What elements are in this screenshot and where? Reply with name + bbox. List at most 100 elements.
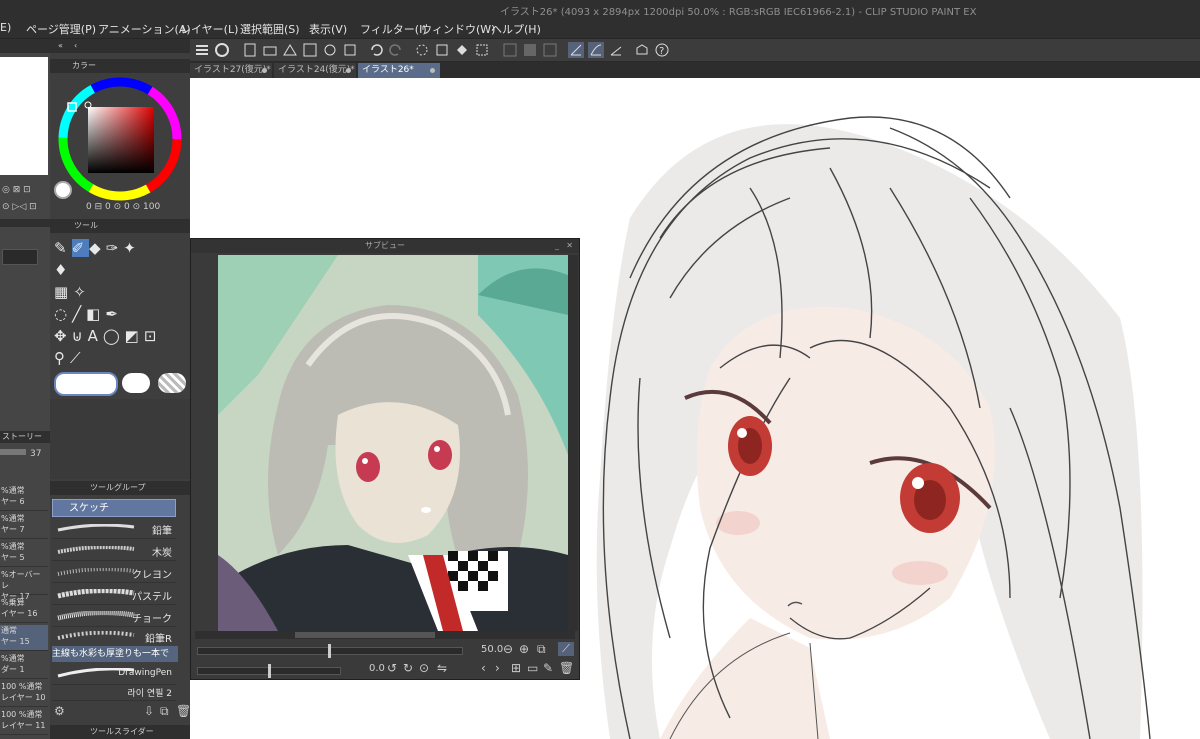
layer-row[interactable]: %通常 ダー 1 <box>0 653 48 679</box>
pen-icon[interactable]: ✎ <box>54 239 72 257</box>
layer-row[interactable]: %オーバーレ ヤー 17 <box>0 569 48 601</box>
decoration-icon[interactable]: ✦ <box>123 239 141 257</box>
layer-row[interactable]: %乗算 イヤー 16 <box>0 597 48 623</box>
scroll-thumb[interactable] <box>295 632 435 638</box>
snap-special-ruler-icon[interactable] <box>588 42 604 58</box>
opacity-slider[interactable] <box>0 449 26 455</box>
redo-icon[interactable] <box>388 42 404 58</box>
rotation-slider-handle[interactable] <box>268 664 271 678</box>
delete-icon[interactable]: 🗑 <box>559 661 574 675</box>
ruler-icon[interactable]: ⊡ <box>144 327 162 345</box>
double-arrow-icon[interactable]: « <box>58 39 63 53</box>
correct-line-icon[interactable]: ✒ <box>105 305 123 323</box>
tab-document[interactable]: イラスト24(復元)* <box>274 63 356 78</box>
pencil-icon[interactable]: ✐ <box>71 239 90 257</box>
color-wheel[interactable] <box>56 75 184 203</box>
folder-icon[interactable]: ▭ <box>527 661 538 675</box>
crop-icon[interactable] <box>474 42 490 58</box>
undo-icon[interactable] <box>368 42 384 58</box>
navigator-buttons[interactable]: ◎ ⊠ ⊡ <box>2 185 31 195</box>
loading-icon[interactable] <box>414 42 430 58</box>
collapse-bar[interactable] <box>0 39 50 53</box>
sync-icon[interactable] <box>342 42 358 58</box>
rotate-right-icon[interactable]: ↻ <box>403 661 413 675</box>
line-icon[interactable]: ╱ <box>72 305 86 323</box>
brush-item[interactable]: パステル <box>52 584 176 605</box>
tab-document[interactable]: イラスト27(復元)* <box>190 63 272 78</box>
menu-window[interactable]: ウィンドウ(W) <box>421 21 495 37</box>
edit-icon[interactable]: ✎ <box>543 661 553 675</box>
zoom-out-icon[interactable]: ⊖ <box>503 642 513 656</box>
sub-tool-selected[interactable]: スケッチ <box>52 499 176 517</box>
settings-icon[interactable]: ⚙ <box>54 704 65 718</box>
layer-row[interactable]: %通常 ヤー 7 <box>0 513 48 539</box>
subview-vertical-scrollbar[interactable] <box>568 255 578 631</box>
text-icon[interactable]: A <box>88 327 103 345</box>
next-image-icon[interactable]: › <box>495 661 500 675</box>
clip-studio-icon[interactable] <box>214 42 230 58</box>
lasso-icon[interactable]: ◌ <box>54 305 72 323</box>
prev-image-icon[interactable]: ‹ <box>481 661 486 675</box>
chevron-left-icon[interactable]: ‹ <box>74 39 77 53</box>
layer-blend-select[interactable] <box>2 249 38 265</box>
zoom-slider-handle[interactable] <box>328 644 331 658</box>
invert-selection-icon[interactable] <box>522 42 538 58</box>
fit-icon[interactable]: ⧉ <box>537 642 546 657</box>
brush-item[interactable]: 鉛筆 <box>52 518 176 539</box>
tab-close-icon[interactable] <box>346 68 351 73</box>
layer-row[interactable]: %通常 ヤー 6 <box>0 485 48 511</box>
copy-icon[interactable]: ⧉ <box>160 704 169 719</box>
brush-shape-round[interactable] <box>54 372 118 396</box>
menu-view[interactable]: 表示(V) <box>309 21 347 37</box>
brush-item[interactable]: 鉛筆R <box>52 626 176 647</box>
snap-grid-icon[interactable] <box>608 42 624 58</box>
new-file-icon[interactable] <box>242 42 258 58</box>
tab-close-icon[interactable] <box>430 68 435 73</box>
import-icon[interactable]: ⊞ <box>511 661 521 675</box>
flip-icon[interactable]: ⇋ <box>437 661 447 675</box>
brush-shape-transparent[interactable] <box>158 373 186 393</box>
help-icon[interactable]: ? <box>654 42 670 58</box>
fill-icon[interactable]: ♦ <box>54 261 72 279</box>
layer-row[interactable]: %通常 ヤー 5 <box>0 541 48 567</box>
snap-ruler-icon[interactable] <box>568 42 584 58</box>
fill-selection-icon[interactable] <box>454 42 470 58</box>
menu-page[interactable]: ページ管理(P) <box>26 21 96 37</box>
rotation-slider[interactable] <box>197 664 341 678</box>
layer-row[interactable]: 100 %通常 レイヤー 10 <box>0 681 48 707</box>
brush-icon[interactable]: ✑ <box>106 239 124 257</box>
cloud-icon[interactable] <box>322 42 338 58</box>
magic-wand-icon[interactable]: ✧ <box>73 283 91 301</box>
menu-selection[interactable]: 選択範囲(S) <box>240 21 300 37</box>
menu-filter[interactable]: フィルター(I) <box>360 21 427 37</box>
figure-icon[interactable]: ⊍ <box>72 327 88 345</box>
move-icon[interactable]: ✥ <box>54 327 72 345</box>
menu-help[interactable]: ヘルプ(H) <box>491 21 541 37</box>
save-icon[interactable] <box>282 42 298 58</box>
layer-row[interactable]: 100 %通常 レイヤー 11 <box>0 709 48 735</box>
open-icon[interactable] <box>262 42 278 58</box>
subview-horizontal-scrollbar[interactable] <box>195 631 575 639</box>
brush-item-highlight[interactable]: 主線も水彩も厚塗りも一本で <box>52 646 178 662</box>
close-icon[interactable]: ✕ <box>566 239 573 253</box>
menu-animation[interactable]: アニメーション(A) <box>98 21 191 37</box>
brush-item[interactable]: チョーク <box>52 606 176 627</box>
balloon-icon[interactable]: ◯ <box>103 327 125 345</box>
brush-item[interactable]: 木炭 <box>52 540 176 561</box>
menu-edit[interactable]: E) <box>0 21 11 34</box>
rotate-left-icon[interactable]: ↺ <box>387 661 397 675</box>
reference-image[interactable] <box>218 255 568 631</box>
brush-item[interactable]: クレヨン <box>52 562 176 583</box>
navigator-buttons-2[interactable]: ⊙ ▷◁ ⊡ <box>2 202 37 212</box>
trash-icon[interactable]: 🗑 <box>176 704 191 718</box>
minimize-icon[interactable]: _ <box>555 239 559 253</box>
eyedropper-icon[interactable]: ⟋ <box>70 349 86 367</box>
menu-layer[interactable]: レイヤー(L) <box>180 21 238 37</box>
gradient-icon[interactable]: ◧ <box>86 305 105 323</box>
reset-rotation-icon[interactable]: ⊙ <box>419 661 429 675</box>
main-color-swatch[interactable] <box>54 181 72 199</box>
grid-icon[interactable]: ▦ <box>54 283 73 301</box>
selection-area-icon[interactable] <box>542 42 558 58</box>
eyedropper-toggle-icon[interactable]: ⟋ <box>558 642 574 656</box>
tab-close-icon[interactable] <box>262 68 267 73</box>
